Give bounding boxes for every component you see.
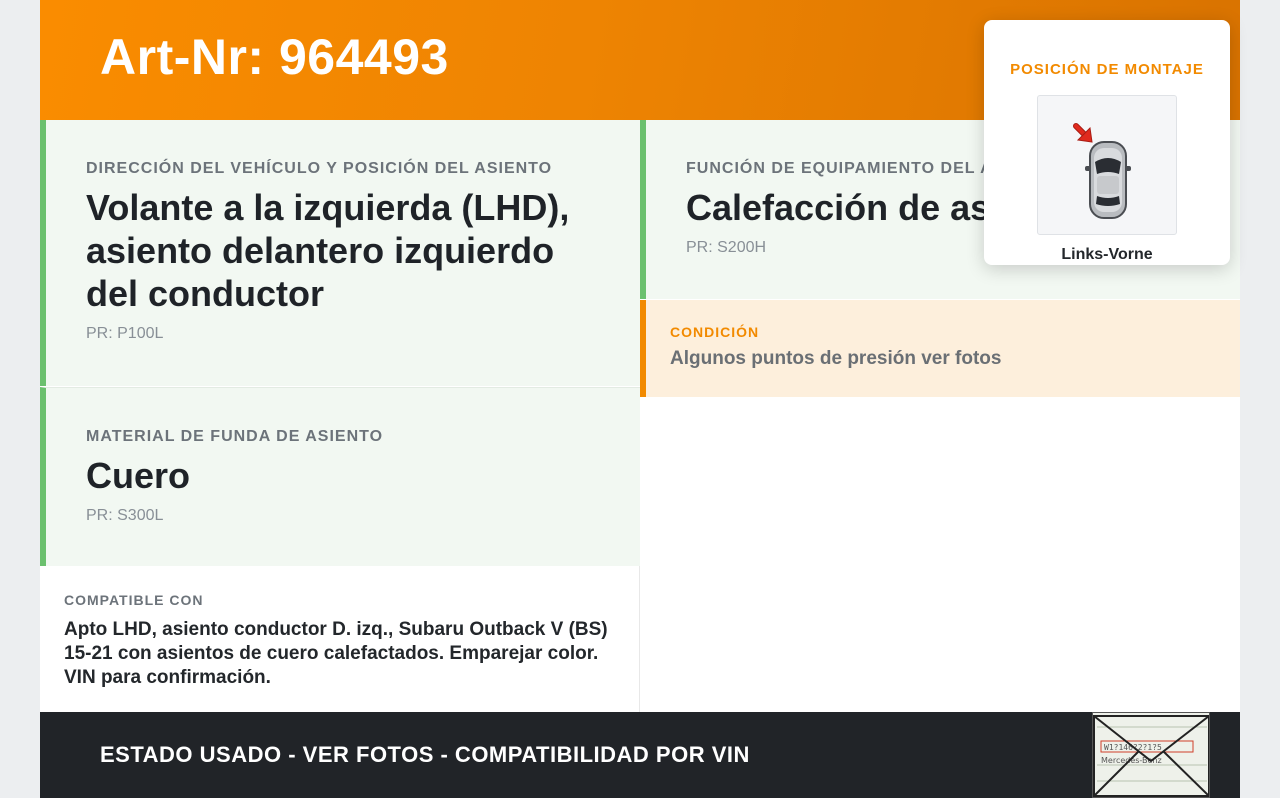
red-arrow-icon bbox=[1073, 123, 1093, 143]
material-value: Cuero bbox=[86, 455, 191, 496]
mounting-position-caption: Links-Vorne bbox=[1061, 246, 1153, 263]
footer-bar: ESTADO USADO - VER FOTOS - COMPATIBILIDA… bbox=[40, 712, 1240, 798]
car-top-view-icon bbox=[1073, 123, 1131, 219]
material-pr-code: PR: S300L bbox=[86, 507, 164, 524]
direction-label: DIRECCIÓN DEL VEHÍCULO Y POSICIÓN DEL AS… bbox=[86, 160, 553, 177]
condition-label: CONDICIÓN bbox=[670, 324, 760, 340]
direction-value: Volante a la izquierda (LHD), asiento de… bbox=[86, 187, 570, 314]
compatibility-label: COMPATIBLE CON bbox=[64, 592, 204, 608]
material-label: MATERIAL DE FUNDA DE ASIENTO bbox=[86, 428, 384, 445]
article-number-title: Art-Nr: 964493 bbox=[100, 29, 449, 85]
footer-text: ESTADO USADO - VER FOTOS - COMPATIBILIDA… bbox=[100, 742, 750, 767]
material-card: MATERIAL DE FUNDA DE ASIENTO Cuero PR: S… bbox=[40, 387, 640, 566]
mounting-position-card: POSICIÓN DE MONTAJE Links-Vorne bbox=[984, 20, 1230, 265]
vin-label-photo[interactable]: W1?146?2?1?5 Mercedes-Benz bbox=[1092, 712, 1210, 798]
condition-value: Algunos puntos de presión ver fotos bbox=[670, 348, 1002, 369]
mounting-position-title: POSICIÓN DE MONTAJE bbox=[1010, 61, 1204, 78]
direction-pr-code: PR: P100L bbox=[86, 325, 164, 342]
condition-card: CONDICIÓN Algunos puntos de presión ver … bbox=[640, 300, 1240, 397]
compatibility-text: Apto LHD, asiento conductor D. izq., Sub… bbox=[64, 619, 608, 688]
envelope-icon: W1?146?2?1?5 Mercedes-Benz bbox=[1093, 713, 1209, 797]
compatibility-section: COMPATIBLE CON Apto LHD, asiento conduct… bbox=[40, 566, 640, 712]
direction-card: DIRECCIÓN DEL VEHÍCULO Y POSICIÓN DEL AS… bbox=[40, 120, 640, 386]
mounting-position-image[interactable] bbox=[1037, 95, 1177, 235]
